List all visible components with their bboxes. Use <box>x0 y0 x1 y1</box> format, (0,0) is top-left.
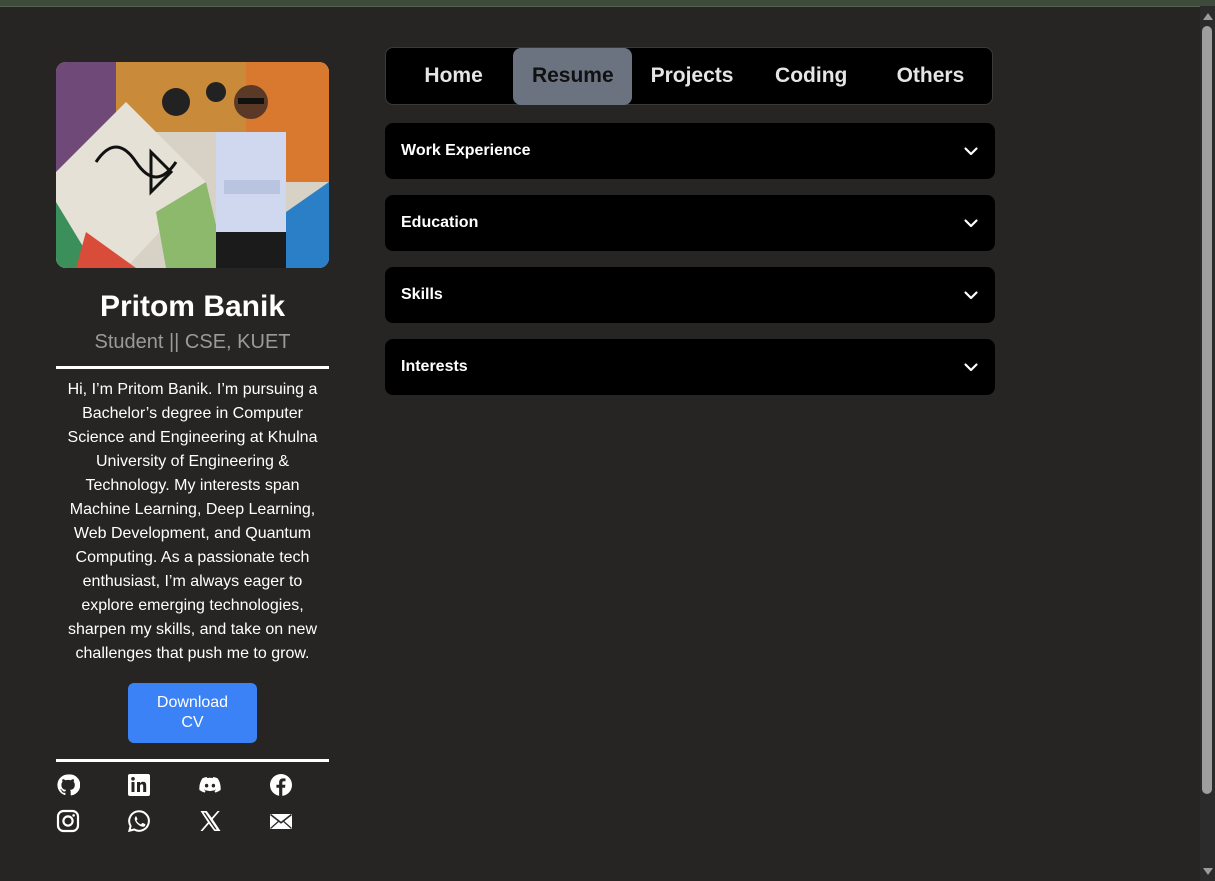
browser-top-strip <box>0 0 1215 7</box>
profile-bio: Hi, I’m Pritom Banik. I’m pursuing a Bac… <box>67 381 318 662</box>
linkedin-icon[interactable] <box>127 773 151 797</box>
github-icon[interactable] <box>56 773 80 797</box>
discord-icon[interactable] <box>198 773 222 797</box>
tab-others[interactable]: Others <box>871 48 990 105</box>
download-cv-button[interactable]: Download CV <box>128 683 257 743</box>
chevron-down-icon <box>963 215 979 231</box>
profile-name: Pritom Banik <box>99 290 286 323</box>
accordion-label: Interests <box>401 358 468 375</box>
social-links <box>56 773 329 833</box>
scrollbar[interactable] <box>1200 6 1215 881</box>
scrollbar-thumb[interactable] <box>1202 26 1212 794</box>
facebook-icon[interactable] <box>269 773 293 797</box>
divider <box>56 759 329 762</box>
accordion-skills[interactable]: Skills <box>385 267 995 323</box>
chevron-down-icon <box>963 359 979 375</box>
tab-resume[interactable]: Resume <box>513 47 633 105</box>
chevron-down-icon <box>963 287 979 303</box>
mail-icon[interactable] <box>269 809 293 833</box>
scroll-down-arrow-icon[interactable] <box>1203 868 1213 875</box>
profile-sidebar: Pritom Banik Student || CSE, KUET Hi, I’… <box>56 62 329 833</box>
accordion-label: Education <box>401 214 479 231</box>
whatsapp-icon[interactable] <box>127 809 151 833</box>
accordion-education[interactable]: Education <box>385 195 995 251</box>
tab-home[interactable]: Home <box>394 48 513 105</box>
tab-coding[interactable]: Coding <box>752 48 871 105</box>
profile-role: Student || CSE, KUET <box>94 331 291 353</box>
accordion-label: Work Experience <box>401 142 531 159</box>
profile-photo <box>56 62 329 268</box>
accordion-work-experience[interactable]: Work Experience <box>385 123 995 179</box>
x-icon[interactable] <box>198 809 222 833</box>
divider <box>56 366 329 369</box>
tab-projects[interactable]: Projects <box>632 48 751 105</box>
main-nav: Home Resume Projects Coding Others <box>385 47 993 105</box>
accordion-label: Skills <box>401 286 443 303</box>
instagram-icon[interactable] <box>56 809 80 833</box>
chevron-down-icon <box>963 143 979 159</box>
scroll-up-arrow-icon[interactable] <box>1203 13 1213 20</box>
accordion-interests[interactable]: Interests <box>385 339 995 395</box>
